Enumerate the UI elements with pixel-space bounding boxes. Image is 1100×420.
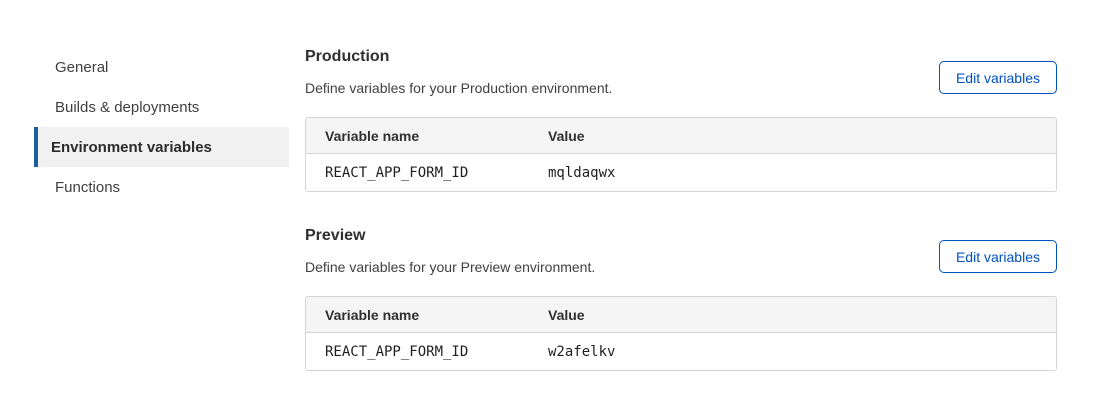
environment-variables-panel: Production Define variables for your Pro… bbox=[305, 0, 1057, 371]
column-header-variable-name: Variable name bbox=[306, 118, 529, 153]
production-description: Define variables for your Production env… bbox=[305, 81, 612, 95]
variable-value-cell: w2afelkv bbox=[529, 332, 1056, 370]
production-variables-table: Variable name Value REACT_APP_FORM_ID mq… bbox=[305, 117, 1057, 192]
preview-description: Define variables for your Preview enviro… bbox=[305, 260, 595, 274]
production-header-text: Production Define variables for your Pro… bbox=[305, 49, 612, 95]
settings-page: General Builds & deployments Environment… bbox=[0, 0, 1100, 371]
variable-name-cell: REACT_APP_FORM_ID bbox=[306, 153, 529, 191]
production-edit-variables-button[interactable]: Edit variables bbox=[939, 61, 1057, 94]
sidebar-item-general[interactable]: General bbox=[34, 47, 289, 87]
sidebar-item-builds-deployments[interactable]: Builds & deployments bbox=[34, 87, 289, 127]
preview-section: Preview Define variables for your Previe… bbox=[305, 228, 1057, 371]
preview-title: Preview bbox=[305, 228, 595, 244]
table-row: REACT_APP_FORM_ID mqldaqwx bbox=[306, 153, 1056, 191]
table-row: REACT_APP_FORM_ID w2afelkv bbox=[306, 332, 1056, 370]
settings-sidebar: General Builds & deployments Environment… bbox=[34, 47, 289, 371]
column-header-value: Value bbox=[529, 118, 1056, 153]
production-title: Production bbox=[305, 49, 612, 65]
column-header-variable-name: Variable name bbox=[306, 297, 529, 332]
variable-name-cell: REACT_APP_FORM_ID bbox=[306, 332, 529, 370]
table-header-row: Variable name Value bbox=[306, 297, 1056, 332]
production-section-header: Production Define variables for your Pro… bbox=[305, 49, 1057, 95]
sidebar-item-environment-variables[interactable]: Environment variables bbox=[34, 127, 289, 167]
variable-value-cell: mqldaqwx bbox=[529, 153, 1056, 191]
table-header-row: Variable name Value bbox=[306, 118, 1056, 153]
column-header-value: Value bbox=[529, 297, 1056, 332]
sidebar-item-functions[interactable]: Functions bbox=[34, 167, 289, 207]
preview-edit-variables-button[interactable]: Edit variables bbox=[939, 240, 1057, 273]
production-section: Production Define variables for your Pro… bbox=[305, 49, 1057, 192]
preview-header-text: Preview Define variables for your Previe… bbox=[305, 228, 595, 274]
preview-section-header: Preview Define variables for your Previe… bbox=[305, 228, 1057, 274]
preview-variables-table: Variable name Value REACT_APP_FORM_ID w2… bbox=[305, 296, 1057, 371]
